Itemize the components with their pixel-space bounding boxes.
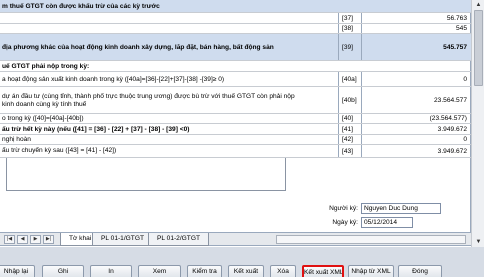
notes-box [6,158,286,191]
declaration-row: dự án đầu tư (cùng tỉnh, thành phố trực … [0,87,471,114]
row-label: địa phương khác của hoạt động kinh doanh… [2,44,274,51]
tab-pl-01-2[interactable]: PL 01-2/GTGT [148,233,209,246]
row-value[interactable]: 545 [362,24,467,33]
declaration-row: nghị hoàn [42] 0 [0,135,471,145]
declaration-row: a hoạt động sản xuất kinh doanh trong kỳ… [0,72,471,87]
action-button[interactable]: Xóa [270,265,296,277]
action-button[interactable]: Đóng [398,265,442,277]
row-label: o trong kỳ ([40]=[40a]-[40b]) [2,115,84,122]
row-code: [42] [338,135,362,144]
row-code: [37] [338,13,362,23]
action-button[interactable]: Nhập từ XML [348,265,394,277]
row-code: [40a] [338,72,362,86]
row-label: ấu trừ chuyển kỳ sau ([43] = [41] - [42]… [2,147,117,154]
sign-date-field[interactable]: 05/12/2014 [361,217,413,228]
declaration-row: uế GTGT phải nộp trong kỳ: [0,61,471,72]
row-code: [43] [338,145,362,157]
row-value[interactable]: 0 [362,135,467,144]
row-label: ấu trừ hết kỳ này (nếu ([41] = [36] - [2… [2,126,190,133]
row-label: uế GTGT phải nộp trong kỳ: [2,63,90,70]
signer-label: Người ký: [329,205,358,212]
sign-date-label: Ngày ký: [332,219,358,226]
row-label: a hoạt động sản xuất kinh doanh trong kỳ… [2,76,225,83]
row-code: [39] [338,34,362,60]
row-label: m thuế GTGT còn được khấu trừ của các kỳ… [2,3,160,10]
action-button[interactable]: In [90,265,132,277]
action-button[interactable]: Xem [138,265,181,277]
prev-sheet-icon[interactable]: ◀ [17,235,28,244]
row-code: [38] [338,24,362,33]
row-value[interactable]: 0 [362,72,467,86]
scroll-down-icon[interactable]: ▼ [472,237,484,247]
declaration-row: ấu trừ hết kỳ này (nếu ([41] = [36] - [2… [0,124,471,135]
vertical-scrollbar[interactable]: ▲ ▼ [471,0,484,247]
row-code: [41] [338,124,362,134]
row-value[interactable]: 3.949.672 [362,124,467,134]
row-label: dự án đầu tư (cùng tỉnh, thành phố trực … [2,93,295,108]
tax-declaration-window: m thuế GTGT còn được khấu trừ của các kỳ… [0,0,484,277]
row-value[interactable]: 545.757 [362,34,467,60]
sheet-tab-bar: |◀ ◀ ▶ ▶| Tờ khai PL 01-1/GTGT PL 01-2/G… [0,232,471,246]
action-button[interactable]: Kết xuất XML [302,265,344,277]
row-value[interactable]: (23.564.577) [362,114,467,123]
row-value[interactable]: 23.564.577 [362,87,467,113]
declaration-row: [38] 545 [0,24,471,34]
row-code: [40] [338,114,362,123]
declaration-grid: m thuế GTGT còn được khấu trừ của các kỳ… [0,0,471,158]
row-value[interactable]: 56.763 [362,13,467,23]
row-value[interactable]: 3.949.672 [362,145,467,157]
declaration-row: o trong kỳ ([40]=[40a]-[40b]) [40] (23.564… [0,114,471,124]
action-button[interactable]: Ghi [42,265,84,277]
next-sheet-icon[interactable]: ▶ [30,235,41,244]
last-sheet-icon[interactable]: ▶| [43,235,54,244]
signature-area: Người ký: Nguyen Duc Dung Ngày ký: 05/12… [0,158,471,232]
declaration-row: [37] 56.763 [0,13,471,24]
scroll-thumb[interactable] [474,10,483,86]
action-button[interactable]: Kiểm tra [187,265,222,277]
tab-pl-01-1[interactable]: PL 01-1/GTGT [92,233,153,246]
signer-field[interactable]: Nguyen Duc Dung [361,203,441,214]
scroll-up-icon[interactable]: ▲ [472,0,484,10]
first-sheet-icon[interactable]: |◀ [4,235,15,244]
declaration-row: địa phương khác của hoạt động kinh doanh… [0,34,471,61]
horizontal-scrollbar[interactable] [276,235,466,244]
declaration-row: ấu trừ chuyển kỳ sau ([43] = [41] - [42]… [0,145,471,158]
row-code: [40b] [338,87,362,113]
action-button-bar: Nhập lại Ghi In Xem Kiểm tra Kết xuất Xóa Kết x… [0,247,484,277]
action-button[interactable]: Kết xuất [228,265,264,277]
action-button[interactable]: Nhập lại [0,265,35,277]
row-label: nghị hoàn [2,136,31,143]
declaration-row: m thuế GTGT còn được khấu trừ của các kỳ… [0,0,471,13]
